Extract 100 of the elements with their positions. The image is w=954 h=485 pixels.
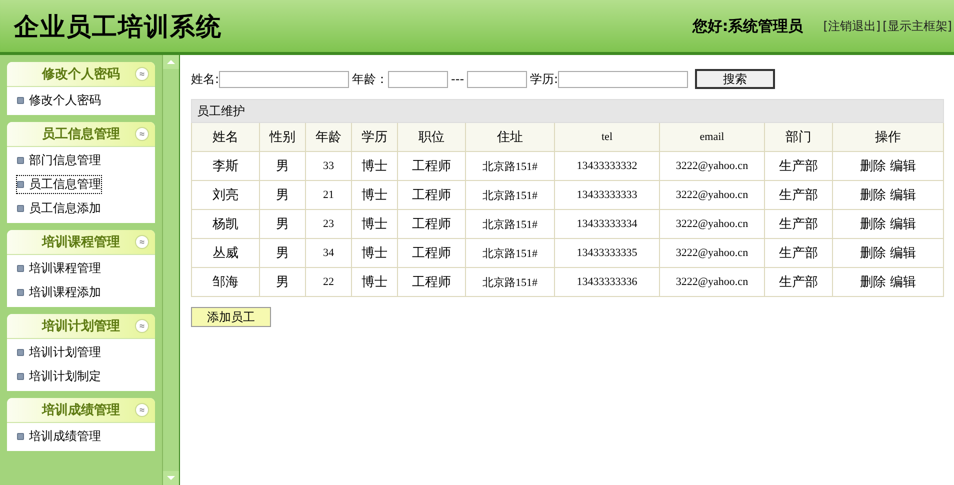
range-separator: --- <box>451 72 464 86</box>
header-link[interactable]: [注销退出] <box>823 18 881 34</box>
table-cell: 博士 <box>352 180 398 210</box>
menu-item[interactable]: 修改个人密码 <box>17 92 101 109</box>
add-employee-button[interactable]: 添加员工 <box>191 307 271 327</box>
table-cell: 22 <box>306 268 352 296</box>
table-cell: 博士 <box>352 268 398 296</box>
column-header: 操作 <box>832 122 944 152</box>
action-link[interactable]: 编辑 <box>890 159 916 174</box>
bullet-icon <box>17 349 24 356</box>
scroll-down-icon[interactable] <box>163 471 179 485</box>
column-header: 部门 <box>764 122 832 152</box>
table-cell: 3222@yahoo.cn <box>660 180 764 210</box>
table-cell: 刘亮 <box>192 180 260 210</box>
table-cell: 男 <box>260 210 306 238</box>
column-header: 住址 <box>466 122 554 152</box>
column-header: 学历 <box>352 122 398 152</box>
table-cell: 3222@yahoo.cn <box>660 152 764 180</box>
menu-item[interactable]: 培训课程管理 <box>17 260 101 277</box>
table-cell: 工程师 <box>398 152 466 180</box>
app-title: 企业员工培训系统 <box>14 10 222 42</box>
table-cell: 李斯 <box>192 152 260 180</box>
scroll-up-icon[interactable] <box>163 55 179 69</box>
collapse-button[interactable]: ≈ <box>135 403 149 417</box>
collapse-button[interactable]: ≈ <box>135 127 149 141</box>
menu-group-title: 培训计划管理 <box>42 318 120 335</box>
table-cell: 工程师 <box>398 268 466 296</box>
table-cell: 博士 <box>352 238 398 268</box>
bullet-icon <box>17 289 24 296</box>
bullet-icon <box>17 157 24 164</box>
bullet-icon <box>17 97 24 104</box>
table-cell: 邹海 <box>192 268 260 296</box>
table-cell: 北京路151# <box>466 152 554 180</box>
table-cell: 工程师 <box>398 238 466 268</box>
education-input[interactable] <box>558 70 688 88</box>
table-cell: 男 <box>260 152 306 180</box>
table-cell: 工程师 <box>398 180 466 210</box>
menu-item[interactable]: 员工信息管理 <box>17 176 101 193</box>
table-cell: 生产部 <box>764 210 832 238</box>
table-cell: 13433333332 <box>554 152 660 180</box>
table-cell: 13433333335 <box>554 238 660 268</box>
bullet-icon <box>17 181 24 188</box>
table-cell: 13433333334 <box>554 210 660 238</box>
table-cell: 34 <box>306 238 352 268</box>
action-link[interactable]: 删除 <box>860 246 886 261</box>
table-cell: 生产部 <box>764 268 832 296</box>
table-cell: 北京路151# <box>466 180 554 210</box>
search-button[interactable]: 搜索 <box>695 69 776 89</box>
table-cell: 21 <box>306 180 352 210</box>
column-header: 姓名 <box>192 122 260 152</box>
column-header: 性别 <box>260 122 306 152</box>
scrollbar[interactable] <box>162 55 179 485</box>
column-header: 年龄 <box>306 122 352 152</box>
header-link[interactable]: [显示主框架] <box>882 18 952 34</box>
menu-item[interactable]: 培训课程添加 <box>17 284 101 301</box>
bullet-icon <box>17 265 24 272</box>
menu-group-title: 培训成绩管理 <box>42 402 120 419</box>
table-cell: 生产部 <box>764 180 832 210</box>
action-link[interactable]: 编辑 <box>890 275 916 290</box>
table-cell: 杨凯 <box>192 210 260 238</box>
column-header: email <box>660 122 764 152</box>
table-cell: 北京路151# <box>466 238 554 268</box>
collapse-button[interactable]: ≈ <box>135 235 149 249</box>
table-cell: 北京路151# <box>466 268 554 296</box>
menu-group-title: 修改个人密码 <box>42 66 120 83</box>
table-cell: 丛威 <box>192 238 260 268</box>
table-cell: 13433333333 <box>554 180 660 210</box>
table-cell: 3222@yahoo.cn <box>660 268 764 296</box>
menu-item[interactable]: 培训成绩管理 <box>17 428 101 445</box>
table-cell: 33 <box>306 152 352 180</box>
menu-item[interactable]: 培训计划管理 <box>17 344 101 361</box>
age-min-input[interactable] <box>388 70 448 88</box>
name-input[interactable] <box>219 70 350 88</box>
action-link[interactable]: 编辑 <box>890 217 916 232</box>
table-cell: 男 <box>260 268 306 296</box>
table-cell: 3222@yahoo.cn <box>660 210 764 238</box>
menu-item[interactable]: 部门信息管理 <box>17 152 101 169</box>
table-caption: 员工维护 <box>192 100 944 122</box>
action-link[interactable]: 删除 <box>860 159 886 174</box>
age-max-input[interactable] <box>467 70 528 88</box>
menu-item[interactable]: 培训计划制定 <box>17 368 101 385</box>
table-cell: 生产部 <box>764 238 832 268</box>
action-link[interactable]: 编辑 <box>890 246 916 261</box>
action-link[interactable]: 删除 <box>860 217 886 232</box>
table-cell: 男 <box>260 238 306 268</box>
table-cell: 博士 <box>352 152 398 180</box>
collapse-button[interactable]: ≈ <box>135 67 149 81</box>
table-cell: 北京路151# <box>466 210 554 238</box>
table-cell: 工程师 <box>398 210 466 238</box>
collapse-button[interactable]: ≈ <box>135 319 149 333</box>
action-link[interactable]: 编辑 <box>890 188 916 203</box>
table-cell: 23 <box>306 210 352 238</box>
menu-group-title: 员工信息管理 <box>42 126 120 143</box>
menu-group-title: 培训课程管理 <box>42 234 120 251</box>
field-label: 学历: <box>530 70 558 88</box>
column-header: 职位 <box>398 122 466 152</box>
action-link[interactable]: 删除 <box>860 188 886 203</box>
menu-item[interactable]: 员工信息添加 <box>17 200 101 217</box>
table-cell: 生产部 <box>764 152 832 180</box>
action-link[interactable]: 删除 <box>860 275 886 290</box>
